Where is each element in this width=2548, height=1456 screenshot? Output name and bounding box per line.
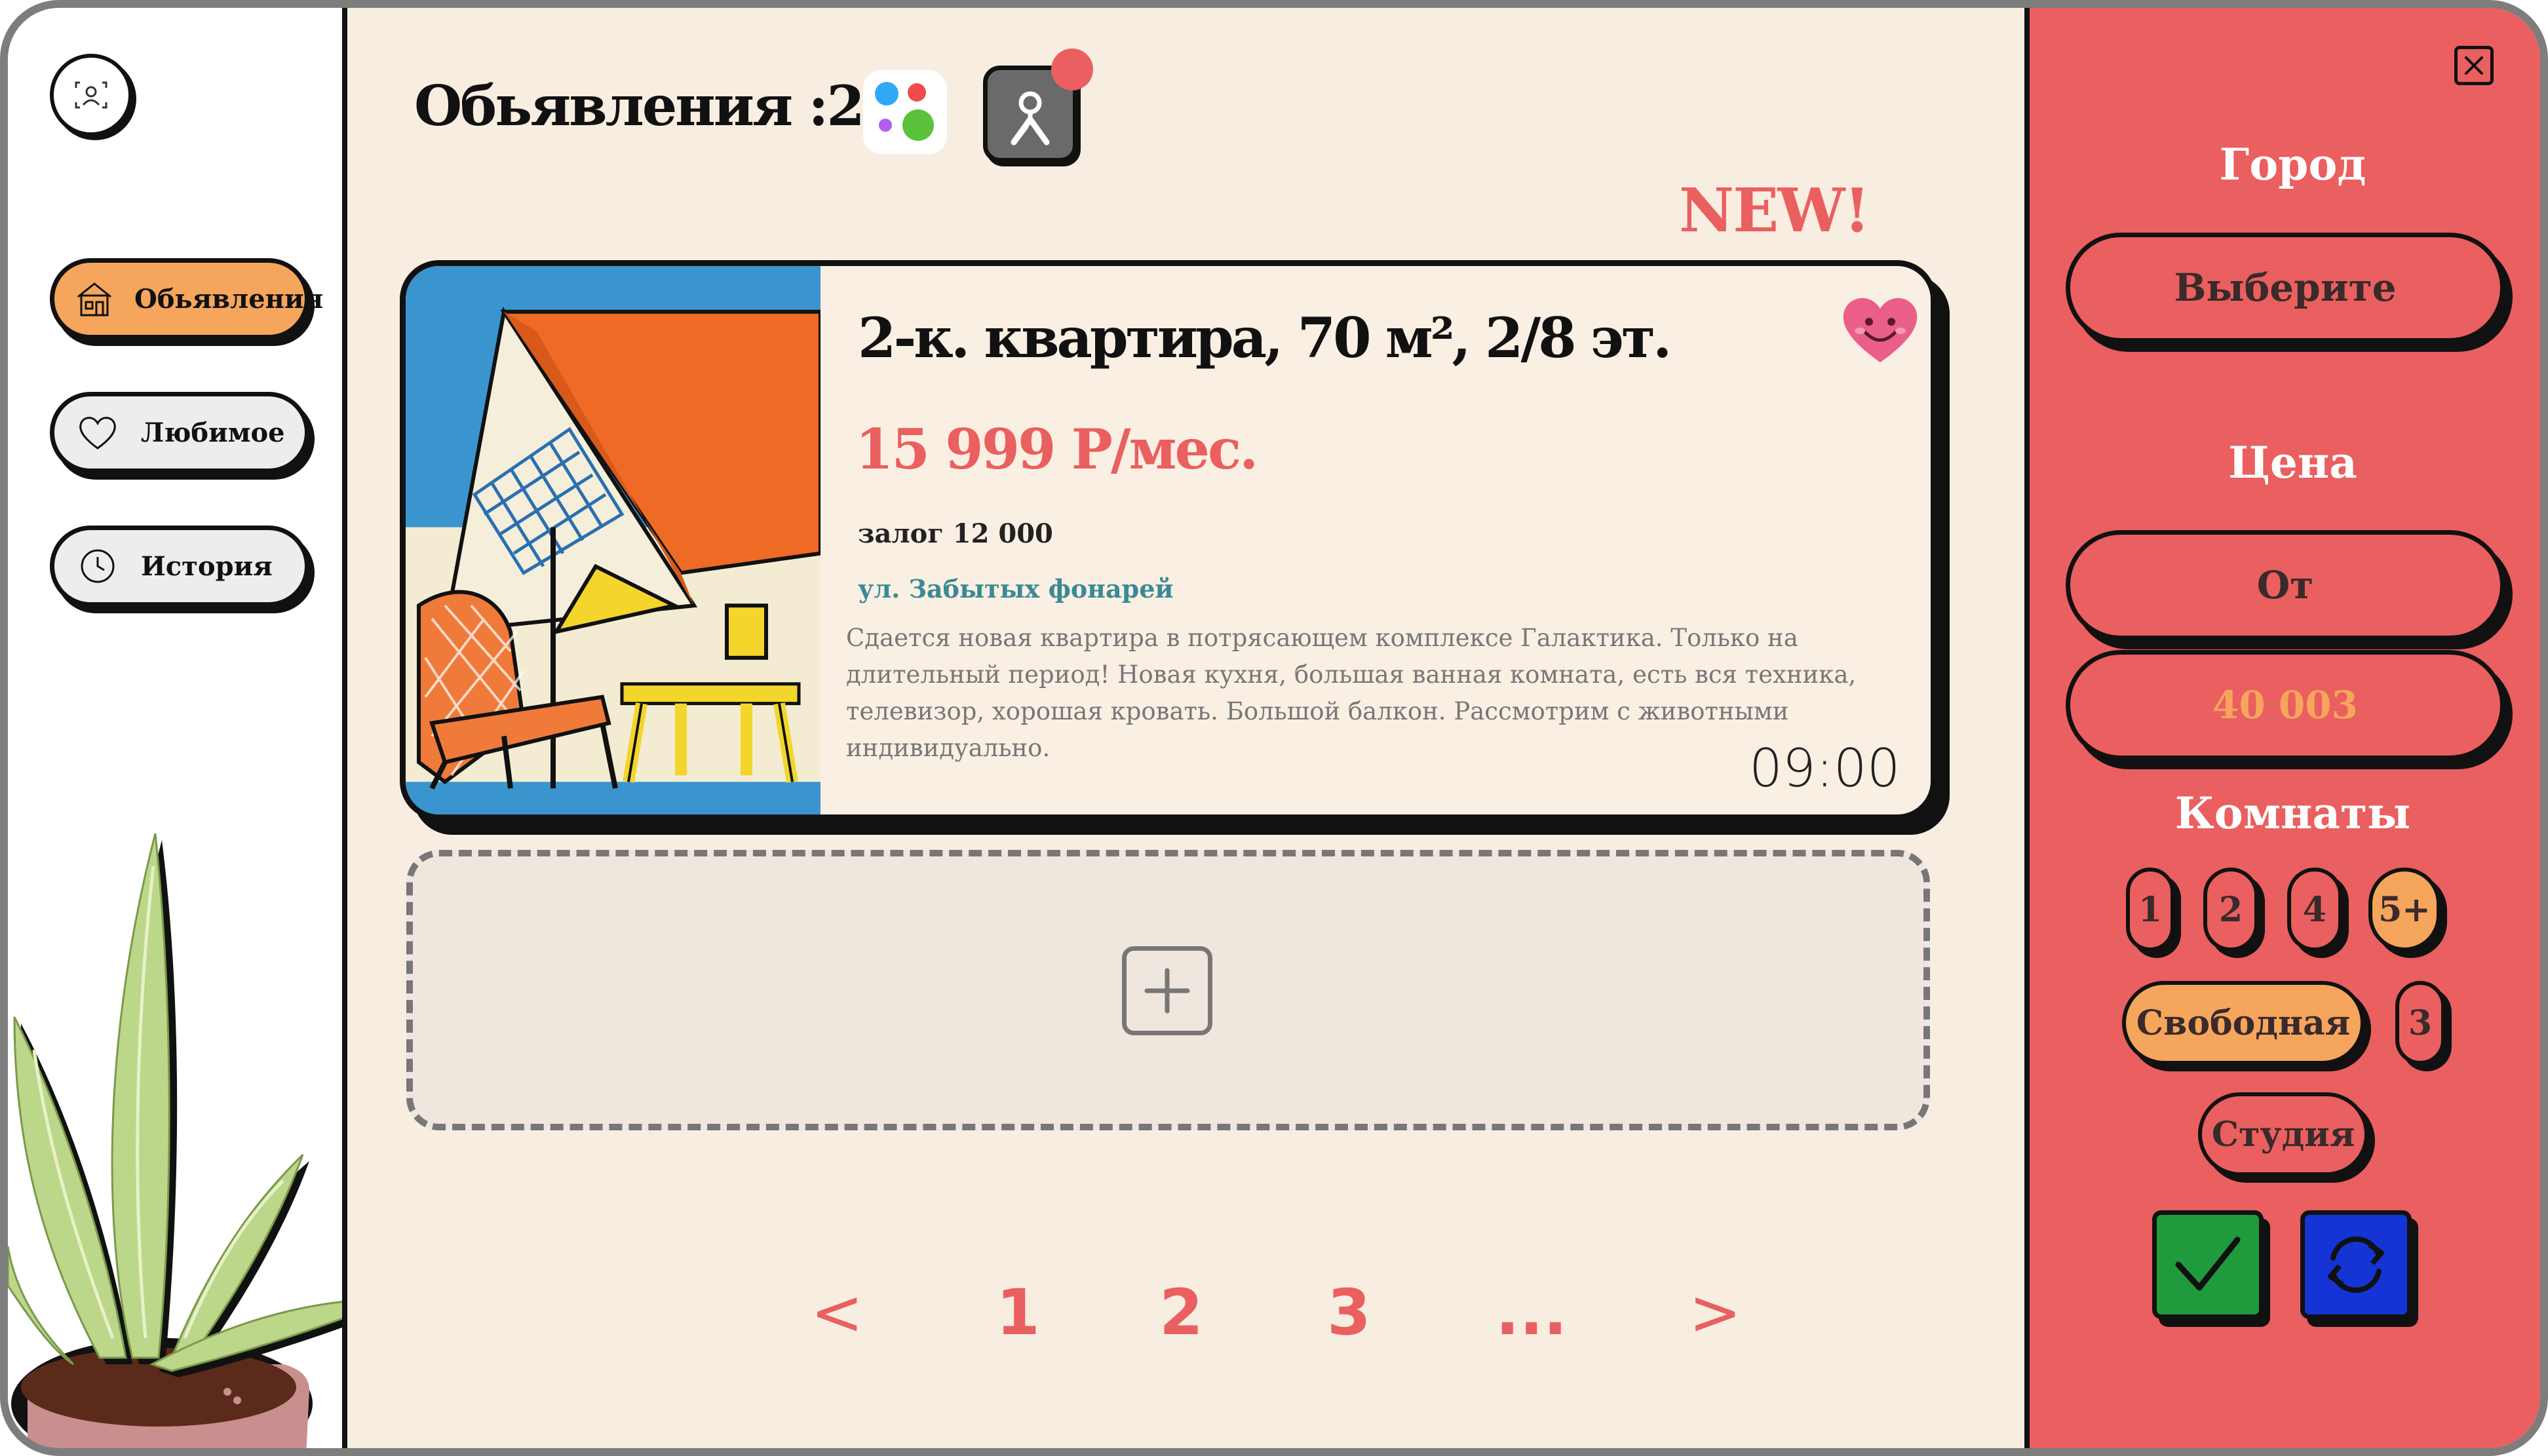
scan-face-icon — [75, 81, 107, 109]
dots-app-icon[interactable] — [863, 70, 947, 154]
rooms-option-2[interactable]: 2 — [2203, 868, 2258, 951]
listing-deposit: залог 12 000 — [858, 518, 1053, 549]
price-label: Цена — [2228, 437, 2357, 488]
price-to-field[interactable]: 40 003 — [2066, 650, 2505, 760]
reset-button[interactable] — [2300, 1210, 2412, 1319]
close-icon[interactable] — [2454, 46, 2494, 85]
listing-image — [406, 266, 820, 814]
sidebar-item-history[interactable]: История — [50, 526, 309, 607]
heart-icon — [74, 409, 121, 456]
heart-smile-icon[interactable] — [1838, 289, 1923, 368]
pagination-page-2[interactable]: 2 — [1159, 1276, 1203, 1349]
price-from-field[interactable]: От — [2066, 530, 2505, 640]
app-window: Обьявления Любимое История Обьявления:2… — [0, 0, 2548, 1456]
pagination-prev[interactable]: < — [811, 1276, 863, 1349]
rooms-option-studio[interactable]: Студия — [2198, 1092, 2368, 1176]
sidebar-item-label: История — [141, 550, 273, 582]
pagination-page-3[interactable]: 3 — [1327, 1276, 1371, 1349]
sidebar-item-listings[interactable]: Обьявления — [50, 258, 323, 339]
page-title: Обьявления :27 — [414, 73, 901, 138]
pagination-next[interactable]: > — [1689, 1276, 1741, 1349]
refresh-icon — [2328, 1236, 2384, 1293]
plus-square-icon[interactable] — [1122, 946, 1212, 1035]
sidebar-item-label: Обьявления — [134, 283, 324, 315]
apply-button[interactable] — [2152, 1210, 2264, 1319]
listing-card[interactable]: 2-к. квартира, 70 м², 2/8 эт. 15 999 Р/м… — [400, 260, 1937, 820]
check-icon — [2175, 1236, 2241, 1291]
rooms-option-free[interactable]: Свободная — [2122, 981, 2365, 1065]
rooms-option-1[interactable]: 1 — [2126, 868, 2174, 951]
notification-dot — [1051, 48, 1093, 90]
listing-title: 2-к. квартира, 70 м², 2/8 эт. — [858, 305, 1672, 370]
rooms-option-3[interactable]: 3 — [2395, 981, 2445, 1065]
listing-address[interactable]: ул. Забытых фонарей — [858, 574, 1174, 603]
new-badge: NEW! — [1679, 175, 1870, 246]
city-select[interactable]: Выберите — [2066, 233, 2505, 343]
pagination-ellipsis: ... — [1496, 1276, 1568, 1349]
rooms-option-4[interactable]: 4 — [2287, 868, 2342, 951]
listing-time: 09:00 — [1749, 738, 1901, 799]
rooms-option-5plus[interactable]: 5+ — [2368, 868, 2441, 951]
listing-price: 15 999 Р/мес. — [855, 417, 1258, 482]
house-icon — [74, 275, 115, 322]
profile-scan-button[interactable] — [50, 54, 132, 136]
sidebar-item-label: Любимое — [141, 417, 285, 448]
rooms-label: Комнаты — [2174, 788, 2411, 839]
pagination-page-1[interactable]: 1 — [996, 1276, 1040, 1349]
city-label: Город — [2219, 139, 2366, 190]
sidebar-item-favorites[interactable]: Любимое — [50, 392, 309, 473]
clock-icon — [74, 543, 121, 590]
listing-description: Сдается новая квартира в потрясающем ком… — [846, 624, 1857, 762]
